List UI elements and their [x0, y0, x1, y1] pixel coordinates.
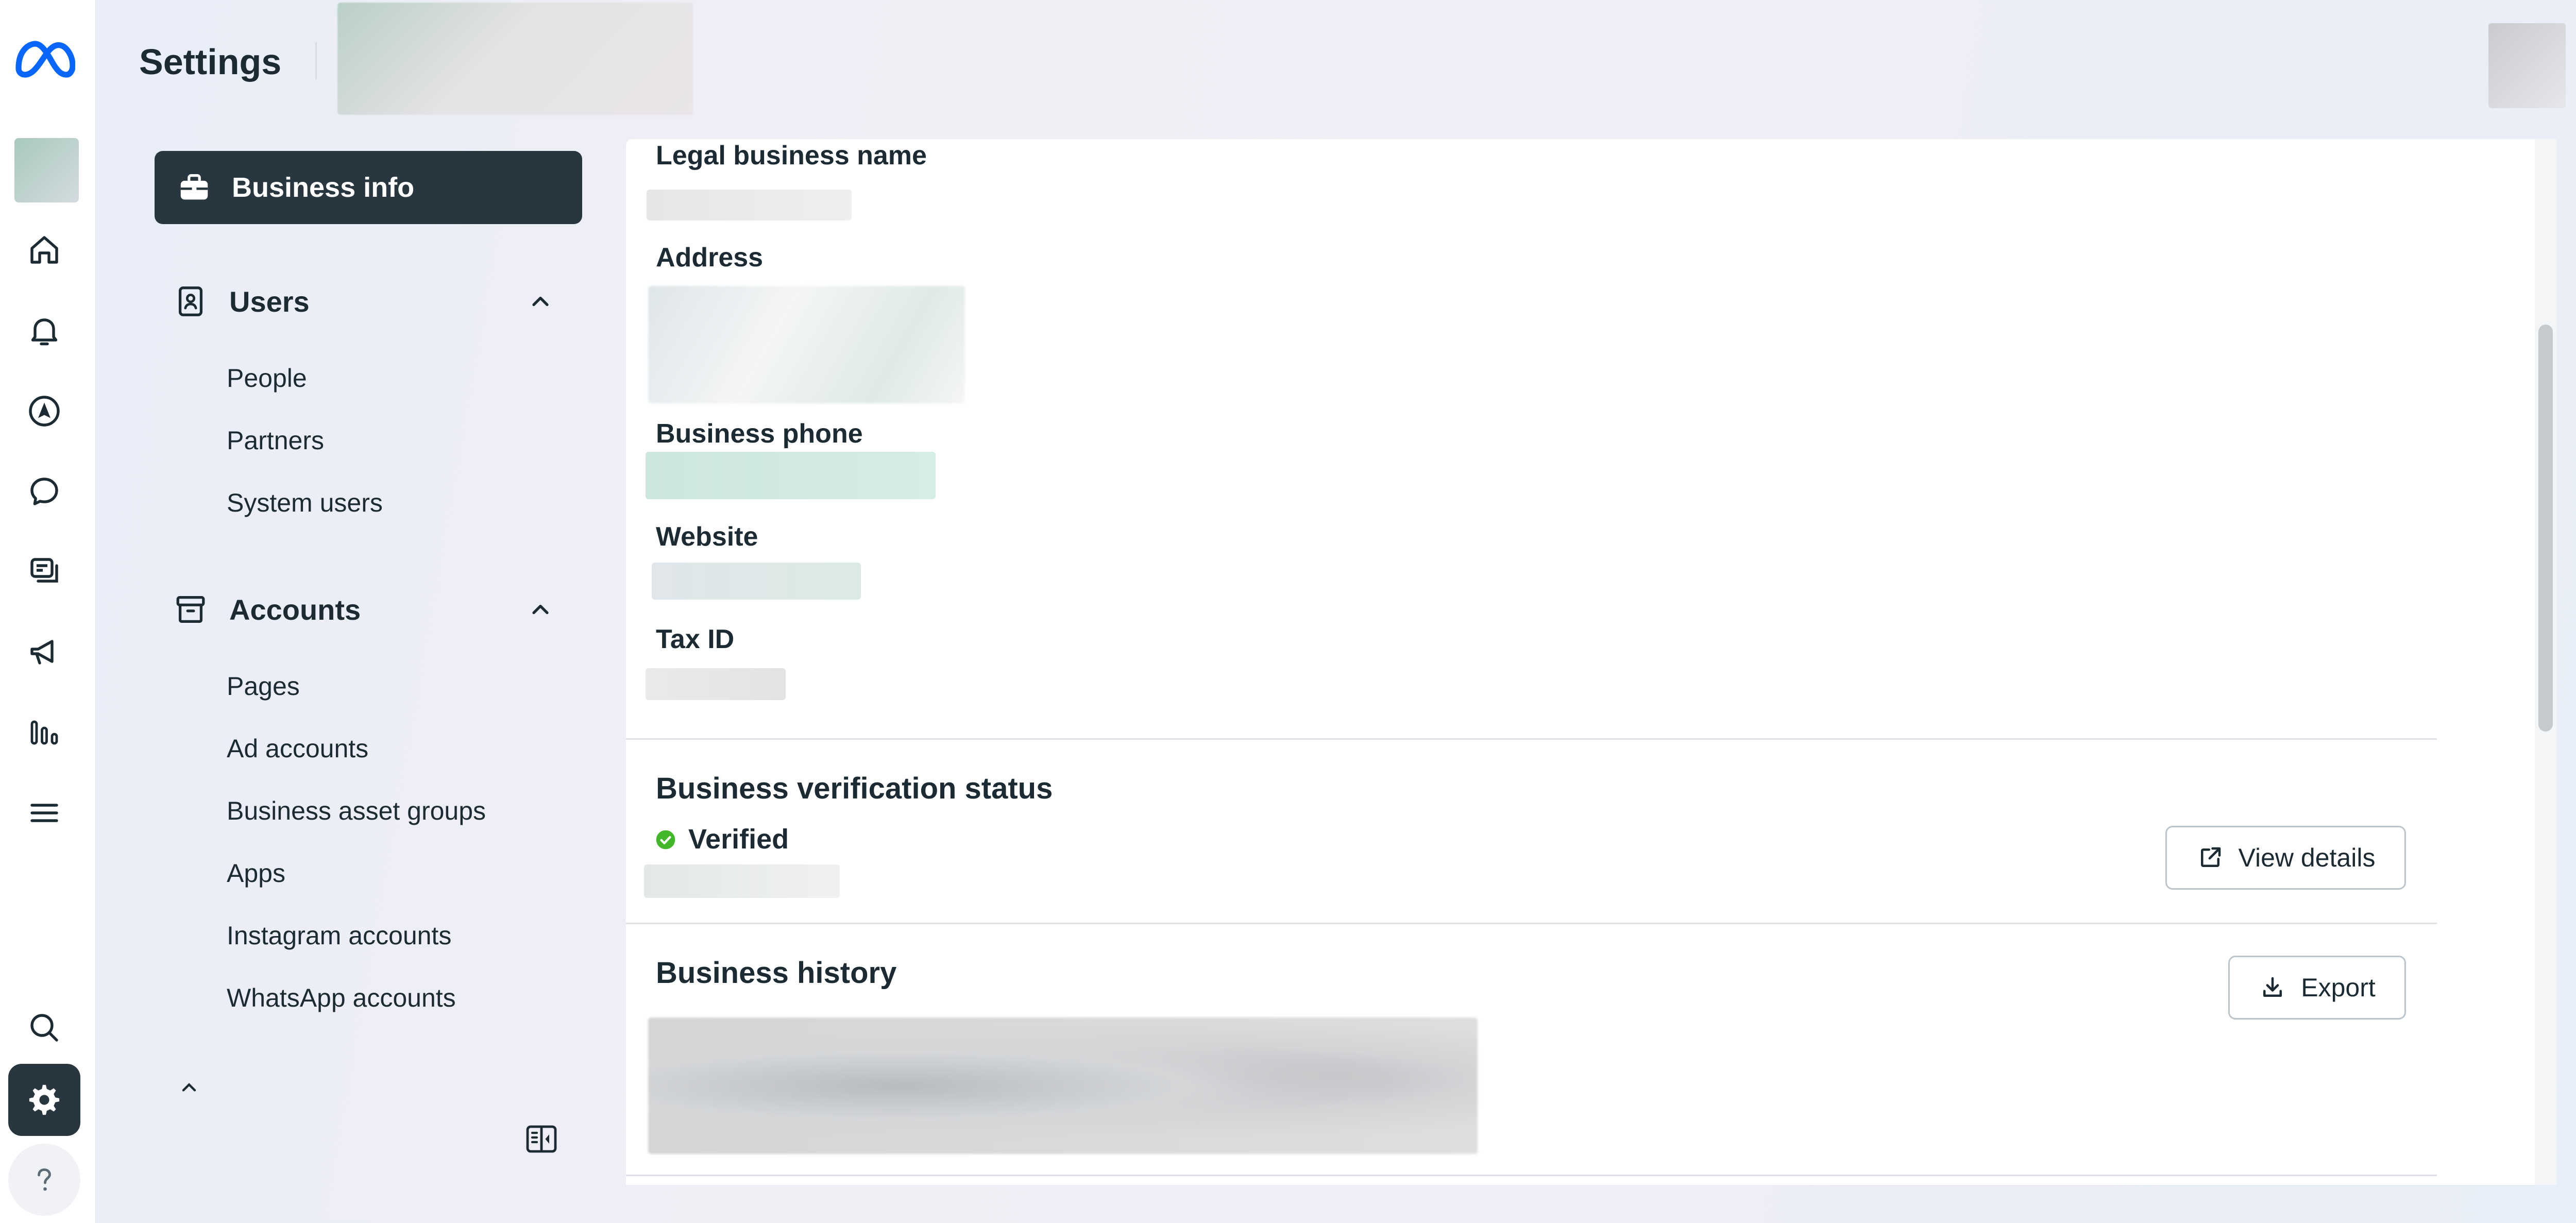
external-link-icon — [2200, 847, 2221, 867]
search-icon[interactable] — [8, 992, 80, 1064]
sidebar-item-partners[interactable]: Partners — [227, 426, 324, 455]
scrollbar-thumb[interactable] — [2538, 325, 2553, 732]
sidebar-item-ad-accounts[interactable]: Ad accounts — [227, 734, 368, 763]
tax-id-value — [646, 668, 786, 700]
section-divider — [626, 1175, 2437, 1176]
business-selector[interactable] — [337, 3, 693, 115]
business-history-title: Business history — [656, 956, 897, 990]
help-icon[interactable] — [8, 1144, 80, 1216]
icon-rail — [0, 0, 96, 1223]
briefcase-icon — [180, 174, 208, 200]
verification-status-badge: Verified — [688, 824, 789, 855]
export-button[interactable]: Export — [2228, 956, 2406, 1020]
business-history-table — [648, 1017, 1478, 1154]
download-icon — [2263, 977, 2282, 997]
verification-detail-value — [644, 864, 840, 898]
verified-check-icon — [656, 830, 675, 850]
sidebar-item-people[interactable]: People — [227, 363, 307, 393]
view-details-button[interactable]: View details — [2165, 826, 2406, 890]
section-divider — [626, 923, 2437, 924]
sidebar-item-business-asset-groups[interactable]: Business asset groups — [227, 796, 486, 826]
address-label: Address — [656, 243, 764, 273]
sidebar-section-accounts[interactable]: Accounts — [173, 591, 554, 627]
address-value — [648, 286, 965, 403]
website-value — [652, 563, 861, 600]
gear-icon[interactable] — [8, 1064, 80, 1136]
website-label: Website — [656, 522, 758, 552]
chevron-up-icon[interactable] — [178, 1081, 200, 1092]
sidebar-item-whatsapp-accounts[interactable]: WhatsApp accounts — [227, 983, 456, 1013]
account-avatar[interactable] — [14, 138, 79, 202]
bar-chart-icon[interactable] — [8, 697, 80, 769]
user-badge-icon — [178, 286, 203, 316]
home-icon[interactable] — [8, 214, 80, 286]
chat-bubble-icon[interactable] — [8, 455, 80, 528]
section-label: Users — [229, 285, 310, 318]
legal-business-name-value — [647, 190, 852, 220]
section-label: Accounts — [229, 593, 361, 626]
chevron-up-icon — [532, 296, 549, 307]
meta-logo-icon[interactable] — [8, 23, 80, 95]
sidebar-section-users[interactable]: Users — [173, 283, 554, 319]
chevron-up-icon — [532, 604, 549, 615]
archive-box-icon — [176, 596, 205, 623]
section-divider — [626, 738, 2437, 740]
sidebar-item-business-info[interactable]: Business info — [155, 151, 582, 224]
sidebar-item-apps[interactable]: Apps — [227, 858, 285, 888]
view-details-label: View details — [2238, 843, 2376, 872]
sidebar-item-label: Business info — [232, 172, 415, 203]
sidebar-item-instagram-accounts[interactable]: Instagram accounts — [227, 921, 451, 950]
verification-status-title: Business verification status — [656, 772, 1053, 805]
megaphone-icon[interactable] — [8, 616, 80, 688]
navigation-arrow-icon[interactable] — [8, 375, 80, 447]
business-phone-value — [646, 452, 936, 499]
bell-icon[interactable] — [8, 295, 80, 367]
menu-icon[interactable] — [8, 777, 80, 849]
sidebar-item-system-users[interactable]: System users — [227, 488, 383, 518]
export-label: Export — [2301, 973, 2376, 1002]
tax-id-label: Tax ID — [656, 624, 735, 654]
collapse-sidebar-icon[interactable] — [523, 1120, 560, 1158]
business-phone-label: Business phone — [656, 419, 863, 449]
sidebar-item-pages[interactable]: Pages — [227, 671, 300, 701]
page-title: Settings — [139, 42, 282, 82]
legal-business-name-label: Legal business name — [656, 141, 927, 171]
title-divider — [315, 42, 317, 79]
user-avatar[interactable] — [2488, 23, 2566, 108]
cards-icon[interactable] — [8, 536, 80, 608]
